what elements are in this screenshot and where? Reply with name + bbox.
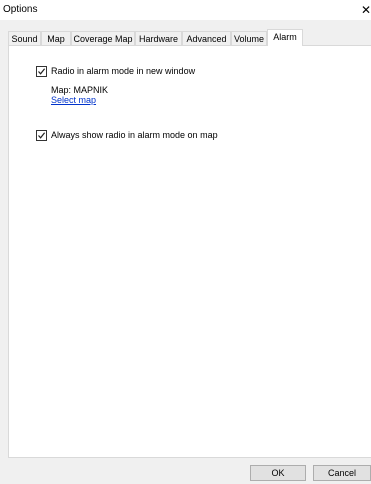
alarm-tab-panel: Radio in alarm mode in new window Map: M…: [8, 45, 371, 458]
ok-button[interactable]: OK: [250, 465, 306, 481]
tab-map[interactable]: Map: [41, 31, 71, 45]
show-on-map-checkbox[interactable]: [36, 130, 47, 141]
check-icon: [38, 68, 46, 75]
tab-advanced[interactable]: Advanced: [182, 31, 231, 45]
window-title: Options: [3, 4, 38, 15]
tab-alarm[interactable]: Alarm: [267, 29, 303, 46]
tab-sound[interactable]: Sound: [8, 31, 41, 45]
tab-coverage-map[interactable]: Coverage Map: [71, 31, 135, 45]
select-map-link[interactable]: Select map: [51, 95, 96, 105]
alarm-new-window-checkbox[interactable]: [36, 66, 47, 77]
close-icon[interactable]: ✕: [359, 0, 371, 20]
title-bar: Options ✕: [0, 0, 371, 20]
cancel-button[interactable]: Cancel: [313, 465, 371, 481]
show-on-map-label: Always show radio in alarm mode on map: [51, 130, 218, 140]
map-name-text: Map: MAPNIK: [51, 85, 109, 95]
options-window: Options ✕ Sound Map Coverage Map Hardwar…: [0, 0, 371, 484]
check-icon: [38, 132, 46, 139]
tab-hardware[interactable]: Hardware: [135, 31, 182, 45]
tab-strip: Sound Map Coverage Map Hardware Advanced…: [8, 29, 371, 46]
tab-volume[interactable]: Volume: [231, 31, 267, 45]
alarm-new-window-label: Radio in alarm mode in new window: [51, 66, 196, 76]
